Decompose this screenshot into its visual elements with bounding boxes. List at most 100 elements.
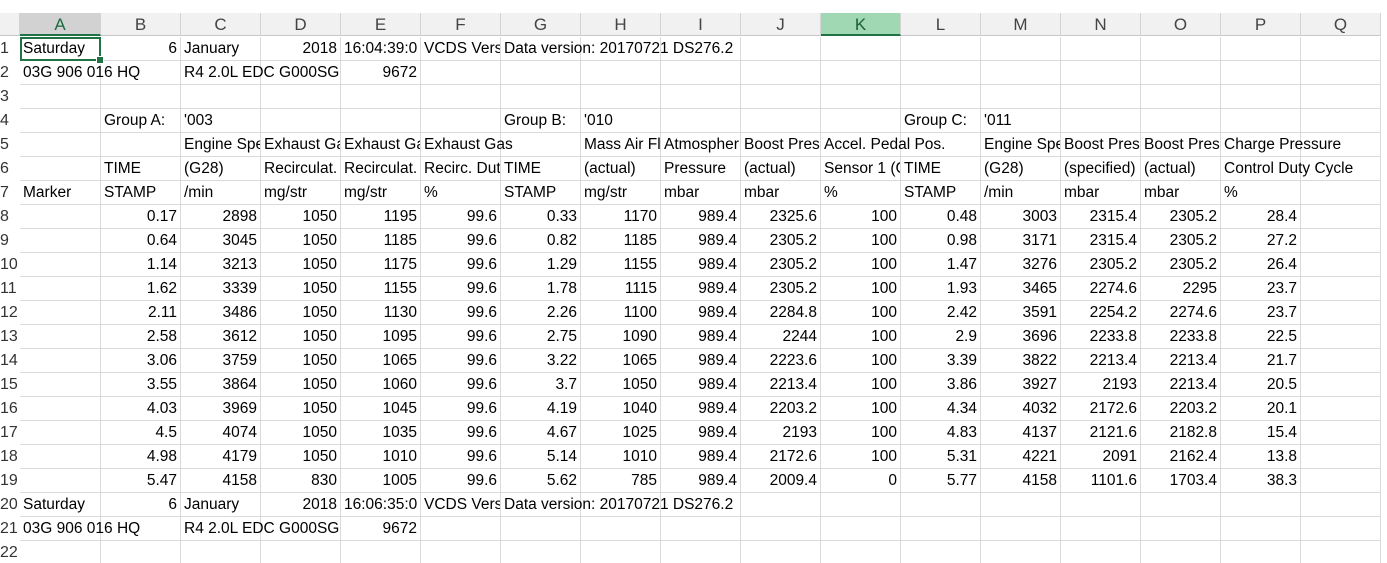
cell-e15[interactable]: 1060 (341, 373, 421, 397)
cell-b10[interactable]: 1.14 (101, 253, 181, 277)
cell-p18[interactable]: 13.8 (1221, 445, 1301, 469)
cell-a20[interactable]: Saturday (20, 493, 101, 517)
cell-q7[interactable] (1301, 181, 1381, 205)
row-header-15[interactable]: 15 (0, 373, 20, 397)
cell-g6[interactable]: TIME (501, 157, 581, 181)
column-header-p[interactable]: P (1221, 13, 1301, 36)
cell-d11[interactable]: 1050 (261, 277, 341, 301)
cell-b11[interactable]: 1.62 (101, 277, 181, 301)
cell-l10[interactable]: 1.47 (901, 253, 981, 277)
cell-q19[interactable] (1301, 469, 1381, 493)
cell-m22[interactable] (981, 541, 1061, 563)
cell-c11[interactable]: 3339 (181, 277, 261, 301)
row-header-10[interactable]: 10 (0, 253, 20, 277)
cell-n9[interactable]: 2315.4 (1061, 229, 1141, 253)
cell-d16[interactable]: 1050 (261, 397, 341, 421)
cell-d22[interactable] (261, 541, 341, 563)
cell-a8[interactable] (20, 205, 101, 229)
cell-h7[interactable]: mg/str (581, 181, 661, 205)
cell-b6[interactable]: TIME (101, 157, 181, 181)
cell-k3[interactable] (821, 85, 901, 109)
cell-h2[interactable] (581, 61, 661, 85)
cell-c15[interactable]: 3864 (181, 373, 261, 397)
cell-m3[interactable] (981, 85, 1061, 109)
cell-q20[interactable] (1301, 493, 1381, 517)
cell-a11[interactable] (20, 277, 101, 301)
cell-i14[interactable]: 989.4 (661, 349, 741, 373)
cell-c12[interactable]: 3486 (181, 301, 261, 325)
row-header-1[interactable]: 1 (0, 37, 20, 61)
cell-h13[interactable]: 1090 (581, 325, 661, 349)
cell-o7[interactable]: mbar (1141, 181, 1221, 205)
cell-k8[interactable]: 100 (821, 205, 901, 229)
cell-q1[interactable] (1301, 37, 1381, 61)
cell-h16[interactable]: 1040 (581, 397, 661, 421)
cell-c3[interactable] (181, 85, 261, 109)
cell-o9[interactable]: 2305.2 (1141, 229, 1221, 253)
row-header-8[interactable]: 8 (0, 205, 20, 229)
cell-j21[interactable] (741, 517, 821, 541)
cell-d8[interactable]: 1050 (261, 205, 341, 229)
cell-c18[interactable]: 4179 (181, 445, 261, 469)
cell-c20[interactable]: January (181, 493, 261, 517)
cell-p12[interactable]: 23.7 (1221, 301, 1301, 325)
cell-a21[interactable]: 03G 906 016 HQ (20, 517, 140, 541)
row-header-22[interactable]: 22 (0, 541, 20, 563)
cell-p17[interactable]: 15.4 (1221, 421, 1301, 445)
cell-i16[interactable]: 989.4 (661, 397, 741, 421)
cell-b20[interactable]: 6 (101, 493, 181, 517)
cell-n11[interactable]: 2274.6 (1061, 277, 1141, 301)
cell-f4[interactable] (421, 109, 501, 133)
cell-o12[interactable]: 2274.6 (1141, 301, 1221, 325)
cell-l3[interactable] (901, 85, 981, 109)
cell-g17[interactable]: 4.67 (501, 421, 581, 445)
cell-l16[interactable]: 4.34 (901, 397, 981, 421)
cell-k18[interactable]: 100 (821, 445, 901, 469)
cell-i19[interactable]: 989.4 (661, 469, 741, 493)
cell-a18[interactable] (20, 445, 101, 469)
cell-f19[interactable]: 99.6 (421, 469, 501, 493)
column-header-l[interactable]: L (901, 13, 981, 36)
cell-d20[interactable]: 2018 (261, 493, 341, 517)
cell-a5[interactable] (20, 133, 101, 157)
cell-i3[interactable] (661, 85, 741, 109)
column-header-h[interactable]: H (581, 13, 661, 36)
cell-a3[interactable] (20, 85, 101, 109)
row-header-13[interactable]: 13 (0, 325, 20, 349)
cell-p3[interactable] (1221, 85, 1301, 109)
cell-a10[interactable] (20, 253, 101, 277)
cell-b5[interactable] (101, 133, 181, 157)
cell-m18[interactable]: 4221 (981, 445, 1061, 469)
cell-q12[interactable] (1301, 301, 1381, 325)
cell-h6[interactable]: (actual) (581, 157, 661, 181)
column-header-d[interactable]: D (261, 13, 341, 36)
cell-f11[interactable]: 99.6 (421, 277, 501, 301)
cell-e6[interactable]: Recirculat. (341, 157, 421, 181)
cell-b22[interactable] (101, 541, 181, 563)
cell-a1[interactable]: Saturday (20, 37, 101, 61)
cell-j11[interactable]: 2305.2 (741, 277, 821, 301)
cell-m11[interactable]: 3465 (981, 277, 1061, 301)
cell-e2[interactable]: 9672 (341, 61, 421, 85)
cell-n15[interactable]: 2193 (1061, 373, 1141, 397)
cell-q18[interactable] (1301, 445, 1381, 469)
cell-j18[interactable]: 2172.6 (741, 445, 821, 469)
cell-j8[interactable]: 2325.6 (741, 205, 821, 229)
cell-c16[interactable]: 3969 (181, 397, 261, 421)
cell-f15[interactable]: 99.6 (421, 373, 501, 397)
column-header-g[interactable]: G (501, 13, 581, 36)
cell-q2[interactable] (1301, 61, 1381, 85)
cell-c22[interactable] (181, 541, 261, 563)
cell-l21[interactable] (901, 517, 981, 541)
cell-b12[interactable]: 2.11 (101, 301, 181, 325)
cell-g21[interactable] (501, 517, 581, 541)
cell-p2[interactable] (1221, 61, 1301, 85)
cell-g15[interactable]: 3.7 (501, 373, 581, 397)
cell-g16[interactable]: 4.19 (501, 397, 581, 421)
column-header-a[interactable]: A (20, 13, 101, 36)
cell-p6[interactable]: Control Duty Cycle (1221, 157, 1353, 181)
cell-g7[interactable]: STAMP (501, 181, 581, 205)
cell-o16[interactable]: 2203.2 (1141, 397, 1221, 421)
cell-g4[interactable]: Group B: (501, 109, 581, 133)
cell-b14[interactable]: 3.06 (101, 349, 181, 373)
